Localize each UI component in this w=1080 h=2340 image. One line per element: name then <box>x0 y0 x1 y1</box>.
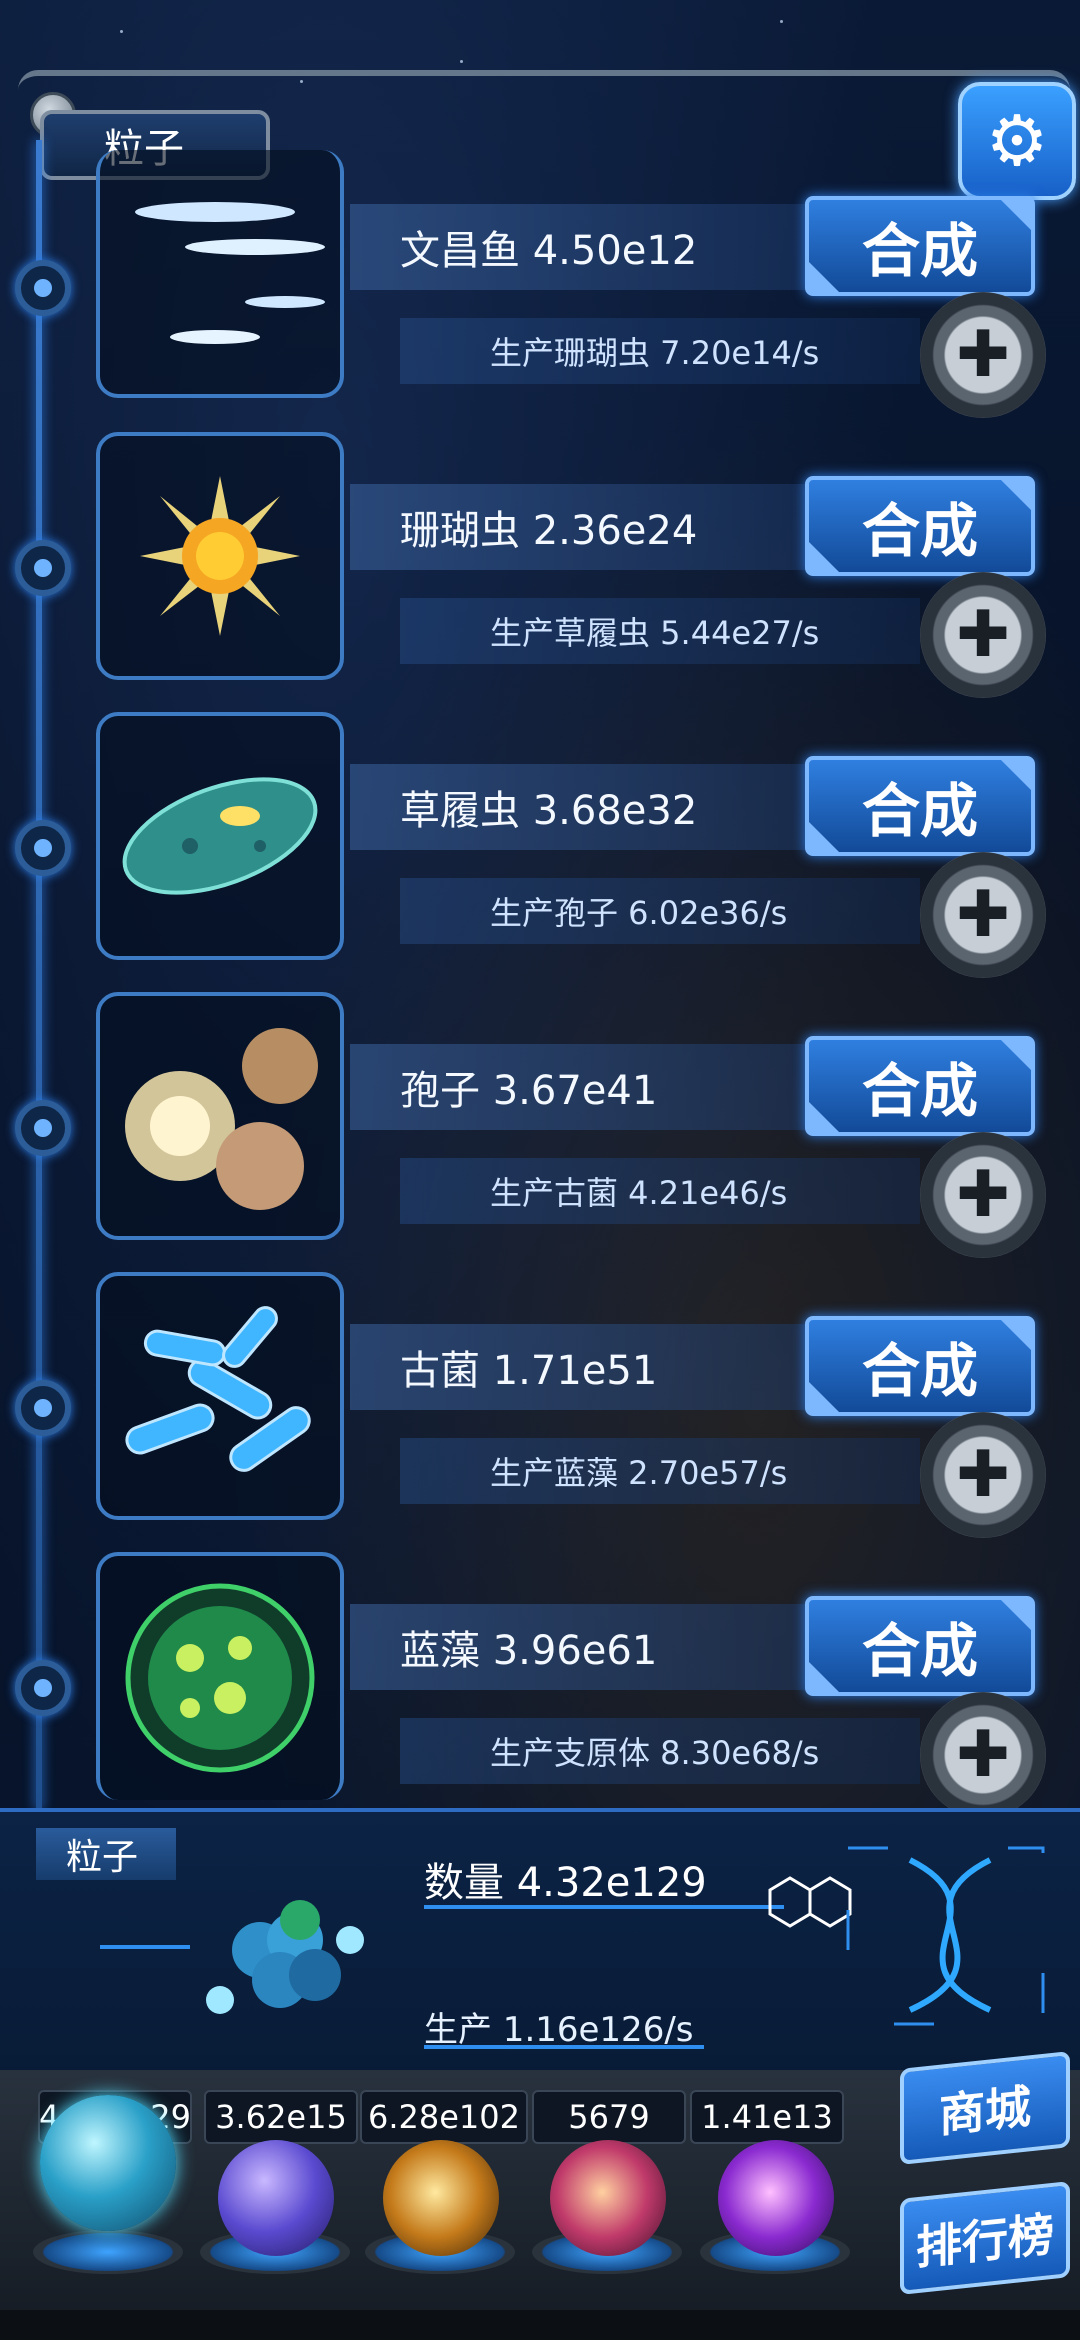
item-name: 草履虫 3.68e32 <box>350 764 820 850</box>
craft-button[interactable]: 合成 <box>805 1596 1035 1696</box>
upgrade-plus-button[interactable]: ✚ <box>920 1692 1046 1818</box>
resource-value: 5679 <box>532 2090 686 2144</box>
spore-icon <box>125 1028 318 1210</box>
plus-icon: ✚ <box>956 318 1010 392</box>
amphioxus-thumb <box>96 150 344 398</box>
vortex-orb-icon[interactable] <box>718 2140 834 2256</box>
galaxy-orb-icon[interactable] <box>383 2140 499 2256</box>
paramecium-thumb <box>96 712 344 960</box>
craft-button[interactable]: 合成 <box>805 476 1035 576</box>
paramecium-icon <box>122 777 318 895</box>
particle-orb-icon[interactable] <box>40 2095 176 2231</box>
upgrade-plus-button[interactable]: ✚ <box>920 852 1046 978</box>
lightning-orb-icon[interactable] <box>218 2140 334 2256</box>
upgrade-plus-button[interactable]: ✚ <box>920 292 1046 418</box>
orb-stand <box>33 2230 183 2274</box>
item-name: 古菌 1.71e51 <box>350 1324 820 1410</box>
timeline-node <box>15 260 71 316</box>
resource-value: 6.28e102 <box>360 2090 528 2144</box>
plus-icon: ✚ <box>956 878 1010 952</box>
craft-button[interactable]: 合成 <box>805 1036 1035 1136</box>
archaea-icon <box>125 1306 311 1472</box>
cyanobacteria-icon <box>125 1583 315 1773</box>
timeline-node <box>15 1100 71 1156</box>
gear-icon: ⚙ <box>985 100 1049 182</box>
item-name: 珊瑚虫 2.36e24 <box>350 484 820 570</box>
resource-value: 1.41e13 <box>690 2090 844 2144</box>
resource-value: 3.62e15 <box>204 2090 358 2144</box>
item-name: 文昌鱼 4.50e12 <box>350 204 820 290</box>
production-rate: 生产古菌 4.21e46/s <box>400 1158 920 1224</box>
production-rate: 生产珊瑚虫 7.20e14/s <box>400 318 920 384</box>
timeline-rail <box>36 140 42 1810</box>
item-name: 蓝藻 3.96e61 <box>350 1604 820 1690</box>
coral-polyp-thumb <box>96 432 344 680</box>
item-name: 孢子 3.67e41 <box>350 1044 820 1130</box>
coral-polyp-icon <box>140 476 300 636</box>
particle-cluster-icon <box>206 1900 364 2014</box>
shop-button[interactable]: 商城 <box>900 2051 1070 2165</box>
craft-button[interactable]: 合成 <box>805 196 1035 296</box>
timeline-node <box>15 820 71 876</box>
star <box>120 30 123 33</box>
timeline-node <box>15 540 71 596</box>
settings-gear-button[interactable]: ⚙ <box>958 82 1076 200</box>
summary-label: 粒子 <box>36 1828 176 1880</box>
plus-icon: ✚ <box>956 1158 1010 1232</box>
divider <box>100 1945 190 1949</box>
production-rate: 生产孢子 6.02e36/s <box>400 878 920 944</box>
archaea-thumb <box>96 1272 344 1520</box>
timeline-node <box>15 1660 71 1716</box>
plus-icon: ✚ <box>956 1718 1010 1792</box>
cyanobacteria-thumb <box>96 1552 344 1800</box>
spore-thumb <box>96 992 344 1240</box>
production-rate: 生产草履虫 5.44e27/s <box>400 598 920 664</box>
divider <box>424 1905 784 1909</box>
brain-orb-icon[interactable] <box>550 2140 666 2256</box>
molecule-dna-icon <box>768 1846 1045 2026</box>
leaderboard-button[interactable]: 排行榜 <box>900 2181 1070 2295</box>
upgrade-plus-button[interactable]: ✚ <box>920 572 1046 698</box>
bottom-bar <box>0 2310 1080 2340</box>
craft-button[interactable]: 合成 <box>805 756 1035 856</box>
plus-icon: ✚ <box>956 1438 1010 1512</box>
upgrade-plus-button[interactable]: ✚ <box>920 1412 1046 1538</box>
particle-count: 数量 4.32e129 <box>424 1860 707 1906</box>
upgrade-plus-button[interactable]: ✚ <box>920 1132 1046 1258</box>
craft-button[interactable]: 合成 <box>805 1316 1035 1416</box>
star <box>460 60 463 63</box>
production-rate: 生产蓝藻 2.70e57/s <box>400 1438 920 1504</box>
production-rate: 生产支原体 8.30e68/s <box>400 1718 920 1784</box>
timeline-node <box>15 1380 71 1436</box>
star <box>780 20 783 23</box>
plus-icon: ✚ <box>956 598 1010 672</box>
amphioxus-icon <box>135 202 325 344</box>
particle-production: 生产 1.16e126/s <box>424 2010 694 2050</box>
